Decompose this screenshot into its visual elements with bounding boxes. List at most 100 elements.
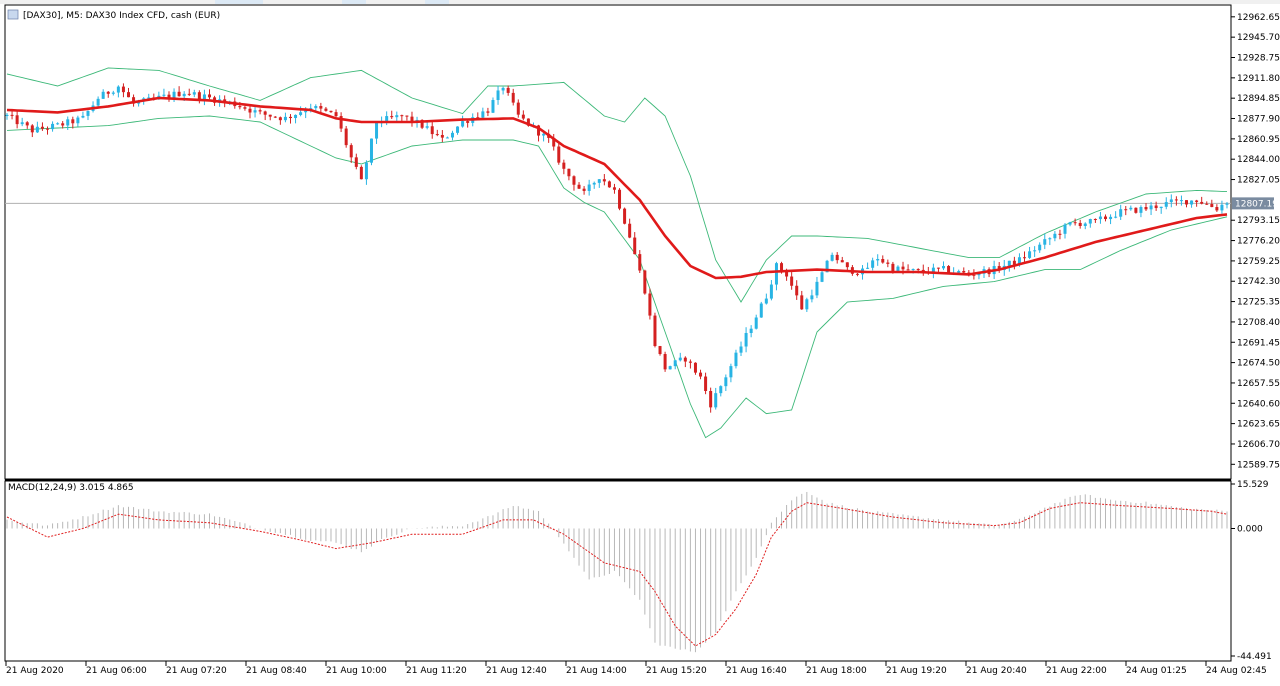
chart-window-icon	[7, 9, 19, 20]
time-tick-label: 21 Aug 22:00	[1046, 666, 1107, 676]
candle	[344, 125, 348, 148]
candle-body	[699, 372, 703, 377]
candle-body	[1073, 222, 1077, 224]
candle-body	[294, 114, 298, 119]
candle-body	[678, 357, 682, 361]
candle-body	[1195, 200, 1199, 202]
candle-body	[450, 132, 454, 138]
candle-body	[375, 122, 379, 139]
candle	[643, 269, 647, 295]
candle-body	[1179, 200, 1183, 202]
candle-body	[81, 115, 85, 118]
candle-body	[283, 116, 287, 121]
candle-body	[56, 123, 60, 125]
candle-body	[668, 366, 672, 370]
candle-body	[1149, 205, 1153, 210]
candle-body	[957, 270, 961, 273]
chart-canvas[interactable]: [DAX30], M5: DAX30 Index CFD, cash (EUR)…	[0, 0, 1280, 682]
candle-body	[643, 270, 647, 294]
price-tick-label: 12827.05	[1237, 176, 1280, 186]
candle-body	[774, 263, 778, 285]
candle-body	[947, 266, 951, 273]
candle-body	[830, 254, 834, 261]
candle-body	[582, 188, 586, 191]
candle-body	[521, 114, 525, 119]
candle-body	[612, 187, 616, 190]
price-axis: 12962.65 12945.70 12928.75 12911.80 12894.85…	[1231, 13, 1280, 470]
candle-body	[962, 270, 966, 273]
candle-body	[572, 176, 576, 185]
candle-body	[881, 258, 885, 263]
candle-body	[567, 168, 571, 177]
candle-body	[35, 126, 39, 133]
candle-body	[1023, 257, 1027, 259]
candle-body	[511, 92, 515, 103]
candle-body	[126, 92, 130, 98]
macd-title: MACD(12,24,9) 3.015 4.865	[8, 483, 134, 493]
candle-body	[76, 117, 80, 124]
candle-body	[805, 299, 809, 310]
candle-body	[197, 92, 201, 100]
candle-body	[51, 123, 55, 130]
candle-body	[319, 106, 323, 109]
current-price-label: 12807.19	[1235, 199, 1278, 209]
chart-title: [DAX30], M5: DAX30 Index CFD, cash (EUR)	[23, 11, 220, 21]
candle-body	[719, 386, 723, 394]
candle-body	[30, 125, 34, 133]
candle-body	[278, 117, 282, 121]
candle-body	[116, 86, 120, 93]
price-tick-label: 12877.90	[1237, 115, 1280, 125]
tab-strip	[0, 0, 1280, 4]
candle-body	[734, 352, 738, 367]
time-tick-label: 21 Aug 16:40	[726, 666, 787, 676]
candle-body	[638, 254, 642, 271]
price-tick-label: 12945.70	[1237, 33, 1280, 43]
macd-tick-label: -44.491	[1237, 652, 1272, 662]
price-tick-label: 12708.40	[1237, 318, 1280, 328]
candle-body	[359, 166, 363, 180]
candle-body	[405, 115, 409, 117]
price-tick-label: 12623.65	[1237, 420, 1280, 430]
candle-body	[491, 100, 495, 113]
candle-body	[243, 107, 247, 109]
top-tab-bar	[0, 0, 1280, 4]
chart-title-group: [DAX30], M5: DAX30 Index CFD, cash (EUR)	[7, 9, 220, 21]
time-tick-label: 21 Aug 14:00	[566, 666, 627, 676]
candle-body	[1109, 216, 1113, 220]
candle-body	[400, 115, 404, 117]
candle-body	[1114, 216, 1118, 218]
candle-body	[1144, 207, 1148, 210]
candle-body	[1068, 222, 1072, 225]
candle-body	[759, 303, 763, 318]
time-tick-label: 21 Aug 18:00	[806, 666, 867, 676]
candle-body	[1078, 222, 1082, 227]
candle-body	[704, 376, 708, 391]
price-tick-label: 12759.25	[1237, 257, 1280, 267]
time-tick-label: 24 Aug 01:25	[1126, 666, 1187, 676]
candle-body	[40, 126, 44, 129]
candle-body	[1038, 244, 1042, 251]
candle-body	[790, 276, 794, 286]
candle	[369, 138, 373, 166]
candle-body	[628, 223, 632, 238]
chart-window[interactable]: [DAX30], M5: DAX30 Index CFD, cash (EUR)…	[0, 0, 1280, 682]
candle-body	[369, 138, 373, 163]
price-tick-label: 12928.75	[1237, 54, 1280, 64]
candle-body	[258, 110, 262, 112]
candle-body	[481, 111, 485, 118]
time-tick-label: 21 Aug 19:20	[886, 666, 947, 676]
price-tick-label: 12657.55	[1237, 379, 1280, 389]
time-tick-label: 21 Aug 2020	[6, 666, 64, 676]
candle-body	[71, 119, 75, 124]
candle-body	[430, 126, 434, 135]
candle-body	[182, 93, 186, 97]
candle-body	[795, 285, 799, 296]
candle-body	[1220, 204, 1224, 211]
candle-body	[688, 361, 692, 363]
candle-body	[673, 360, 677, 367]
candle-body	[871, 260, 875, 268]
candle-body	[172, 91, 176, 98]
candle-body	[299, 112, 303, 115]
price-tick-label: 12691.45	[1237, 338, 1280, 348]
candle-body	[749, 328, 753, 333]
